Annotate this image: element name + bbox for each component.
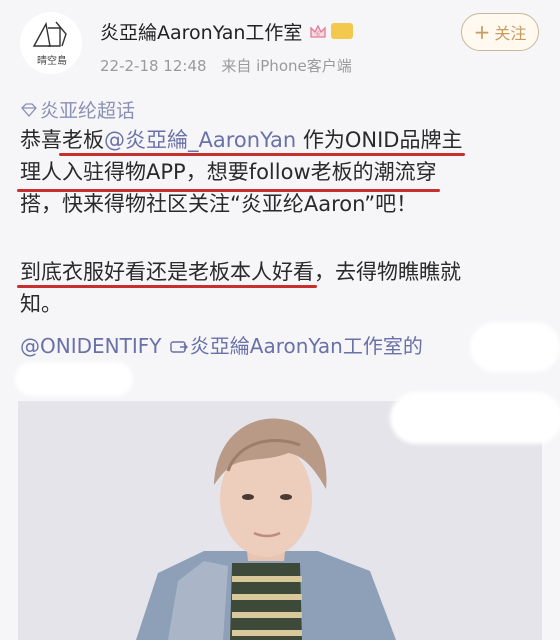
paragraph-2-line-1: 到底衣服好看还是老板本人好看，去得物瞧瞧就	[20, 256, 461, 288]
highlighted-text: 作为ONID品牌主	[296, 128, 463, 152]
redaction-mark	[470, 322, 560, 372]
paragraph-1-line-1: 恭喜老板@炎亞綸_AaronYan 作为ONID品牌主	[20, 124, 462, 156]
brand-mention-link[interactable]: @ONIDENTIFY	[20, 334, 161, 358]
super-topic-label: 炎亚纶超话	[40, 100, 136, 122]
highlighted-text: 老板	[62, 128, 104, 152]
member-badge-icon	[331, 23, 354, 39]
post-source: 来自 iPhone客户端	[221, 57, 352, 75]
post-paragraph-1: 恭喜老板@炎亞綸_AaronYan 作为ONID品牌主 理人入驻得物APP，想要…	[17, 124, 462, 220]
author-name[interactable]: 炎亞綸AaronYan工作室 6	[100, 18, 354, 45]
post-timestamp: 22-2-18 12:48	[100, 57, 207, 75]
post-tagline: @ONIDENTIFY 炎亞綸AaronYan工作室的	[20, 330, 423, 359]
link-icon	[170, 341, 188, 353]
text-span: ，去得物瞧瞧就	[314, 260, 461, 284]
text-span: 恭喜	[20, 128, 62, 152]
paragraph-1-line-2: 理人入驻得物APP，想要follow老板的潮流穿	[17, 156, 440, 192]
plus-icon: +	[473, 20, 491, 44]
svg-text:6: 6	[316, 31, 320, 38]
paragraph-2-line-2: 知。	[20, 292, 62, 316]
follow-label: 关注	[494, 24, 527, 43]
user-mention-link[interactable]: @炎亞綸_AaronYan	[104, 128, 296, 152]
follow-button[interactable]: + 关注	[461, 13, 539, 51]
author-name-text[interactable]: 炎亞綸AaronYan工作室	[100, 22, 302, 44]
source-link[interactable]: 炎亞綸AaronYan工作室的	[190, 334, 423, 358]
paragraph-1-line-3: 搭，快来得物社区关注“炎亚纶Aaron”吧！	[20, 192, 418, 216]
post-header: 晴空島 炎亞綸AaronYan工作室 6 22-2-18 12:48 来自 iPh…	[0, 0, 560, 96]
redaction-mark	[390, 392, 560, 444]
avatar-caption: 晴空島	[37, 56, 67, 67]
crown-badge-icon: 6	[310, 24, 327, 38]
highlighted-text: 到底衣服好看还是老板本人好看	[20, 260, 314, 284]
diamond-icon	[21, 103, 37, 117]
post-meta: 22-2-18 12:48 来自 iPhone客户端	[100, 55, 352, 76]
post-paragraph-2: 到底衣服好看还是老板本人好看，去得物瞧瞧就 知。	[20, 256, 461, 320]
redaction-mark	[15, 362, 133, 396]
super-topic-link[interactable]: 炎亚纶超话	[20, 96, 135, 123]
